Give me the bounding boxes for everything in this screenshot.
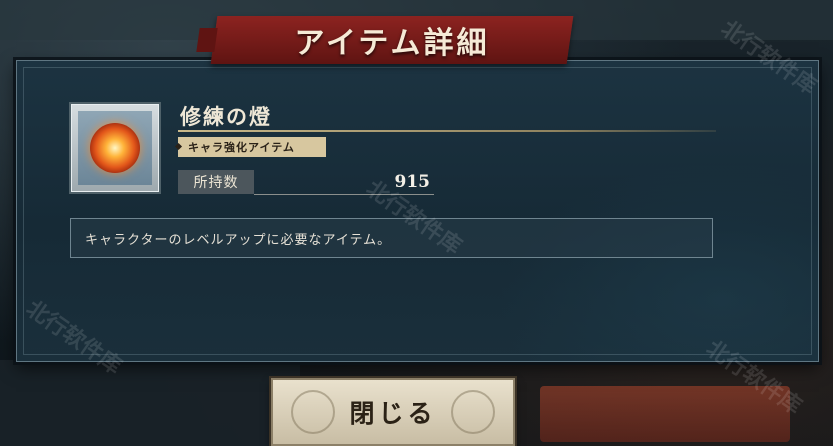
dialog-title: アイテム詳細 [294, 26, 490, 61]
flame-orb-icon [90, 123, 140, 173]
close-button[interactable]: 閉じる [271, 378, 515, 446]
button-ornament-right [451, 390, 495, 434]
close-button-label: 閉じる [349, 399, 437, 428]
owned-count-label: 所持数 [178, 170, 254, 194]
panel-texture [498, 161, 818, 361]
item-description: キャラクターのレベルアップに必要なアイテム。 [70, 218, 713, 258]
item-icon-frame [71, 104, 159, 192]
button-ornament-left [291, 390, 335, 434]
item-name: 修練の燈 [180, 104, 272, 129]
item-category-tag: キャラ強化アイテム [178, 137, 326, 157]
background-left-panel [0, 360, 300, 446]
item-icon-background [78, 111, 152, 185]
item-name-divider [178, 130, 716, 132]
